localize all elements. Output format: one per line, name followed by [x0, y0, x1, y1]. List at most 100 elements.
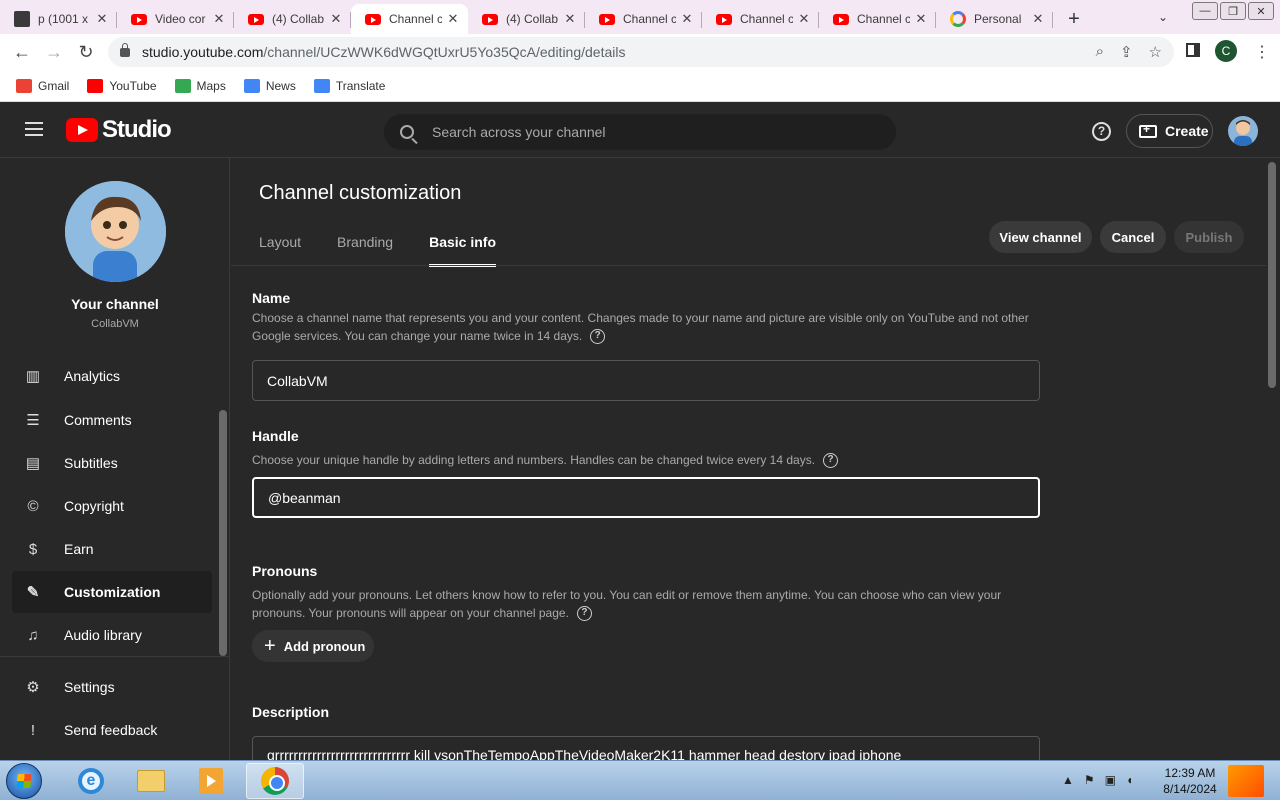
- tab-search-chevron-icon[interactable]: ⌄: [1158, 10, 1168, 24]
- zoom-search-icon[interactable]: ⌕: [1096, 43, 1104, 61]
- tab-close-icon[interactable]: ✕: [329, 11, 343, 27]
- sidebar-item-label: Earn: [64, 541, 94, 557]
- browser-tab[interactable]: Channel c ✕: [585, 4, 702, 34]
- hamburger-menu-icon[interactable]: [25, 122, 43, 136]
- address-bar[interactable]: studio.youtube.com/channel/UCzWWK6dWGQtU…: [108, 37, 1174, 67]
- bookmark-maps[interactable]: Maps: [174, 78, 226, 93]
- taskbar-media-player[interactable]: [182, 763, 240, 799]
- browser-tab[interactable]: (4) Collab ✕: [468, 4, 585, 34]
- tab-close-icon[interactable]: ✕: [680, 11, 694, 27]
- sidebar-item-analytics[interactable]: ▥ Analytics: [12, 355, 212, 397]
- browser-tab[interactable]: Video cor ✕: [117, 4, 234, 34]
- tab-close-icon[interactable]: ✕: [1031, 11, 1045, 27]
- tab-close-icon[interactable]: ✕: [914, 11, 928, 27]
- create-button[interactable]: Create: [1126, 114, 1213, 148]
- share-icon[interactable]: ⇪: [1120, 43, 1133, 61]
- main-scrollbar[interactable]: [1268, 162, 1276, 388]
- taskbar-clock[interactable]: 12:39 AM 8/14/2024: [1160, 765, 1220, 797]
- taskbar-explorer[interactable]: [122, 763, 180, 799]
- restore-button[interactable]: ❐: [1220, 2, 1246, 20]
- new-tab-button[interactable]: +: [1059, 4, 1089, 34]
- gmail-icon: [16, 78, 32, 93]
- studio-logo-text[interactable]: Studio: [102, 116, 172, 144]
- handle-label: Handle: [252, 428, 299, 444]
- view-channel-button[interactable]: View channel: [989, 221, 1092, 253]
- action-center-flag-icon[interactable]: ⚑: [1084, 773, 1095, 787]
- studio-header: Studio ? Create: [0, 102, 1280, 158]
- taskbar-internet-explorer[interactable]: e: [62, 763, 120, 799]
- pronouns-description: Optionally add your pronouns. Let others…: [252, 588, 1002, 622]
- tab-layout[interactable]: Layout: [259, 234, 301, 267]
- sidebar-item-audio-library[interactable]: ♫ Audio library: [12, 614, 212, 656]
- name-description: Choose a channel name that represents yo…: [252, 311, 1029, 345]
- tab-close-icon[interactable]: ✕: [446, 11, 460, 27]
- tray-expand-icon[interactable]: ▲: [1062, 773, 1074, 787]
- taskbar-chrome[interactable]: [246, 763, 304, 799]
- tab-close-icon[interactable]: ✕: [212, 11, 226, 27]
- tab-close-icon[interactable]: ✕: [563, 11, 577, 27]
- network-icon[interactable]: ▣: [1105, 773, 1116, 787]
- side-panel-icon[interactable]: [1186, 43, 1200, 57]
- cancel-button[interactable]: Cancel: [1100, 221, 1166, 253]
- youtube-logo-icon[interactable]: [66, 118, 98, 142]
- tab-close-icon[interactable]: ✕: [95, 11, 109, 27]
- bookmark-news[interactable]: News: [243, 78, 296, 93]
- minimize-button[interactable]: —: [1192, 2, 1218, 20]
- browser-tab[interactable]: Channel c ✕: [702, 4, 819, 34]
- bookmark-translate[interactable]: Translate: [313, 78, 385, 93]
- volume-muted-icon[interactable]: ◖: [1126, 773, 1133, 787]
- copyright-icon: ©: [27, 497, 39, 515]
- browser-tab[interactable]: Channel c ✕: [351, 4, 468, 34]
- show-desktop-button[interactable]: [1228, 765, 1264, 797]
- sidebar-scrollbar[interactable]: [219, 410, 227, 656]
- back-arrow-icon[interactable]: ←: [6, 36, 38, 68]
- account-avatar[interactable]: [1228, 116, 1258, 146]
- sidebar-item-send-feedback[interactable]: ! Send feedback: [12, 709, 212, 751]
- profile-avatar[interactable]: C: [1215, 40, 1237, 62]
- main-content: Channel customization Layout Branding Ba…: [231, 158, 1266, 760]
- forward-arrow-icon[interactable]: →: [38, 36, 70, 68]
- description-field[interactable]: grrrrrrrrrrrrrrrrrrrrrrrrrrrrr kill yson…: [252, 736, 1040, 760]
- browser-tab[interactable]: Personal ✕: [936, 4, 1053, 34]
- name-field[interactable]: [252, 360, 1040, 401]
- tab-title: Video cor: [155, 12, 206, 26]
- bookmark-star-icon[interactable]: ☆: [1149, 43, 1162, 61]
- channel-avatar[interactable]: [65, 181, 166, 282]
- sidebar-item-subtitles[interactable]: ▤ Subtitles: [12, 442, 212, 484]
- reload-icon[interactable]: ↻: [70, 36, 102, 68]
- sidebar-item-customization[interactable]: ✎ Customization: [12, 571, 212, 613]
- your-channel-title: Your channel: [71, 296, 159, 312]
- tab-basic-info[interactable]: Basic info: [429, 234, 496, 267]
- add-pronoun-button[interactable]: + Add pronoun: [252, 630, 374, 662]
- menu-kebab-icon[interactable]: ⋮: [1254, 42, 1270, 62]
- channel-search[interactable]: [384, 114, 896, 150]
- page-favicon-icon: [14, 11, 30, 27]
- close-window-button[interactable]: ✕: [1248, 2, 1274, 20]
- studio-sidebar: Your channel CollabVM ▥ Analytics ☰ Comment…: [0, 158, 230, 760]
- tab-close-icon[interactable]: ✕: [797, 11, 811, 27]
- handle-field[interactable]: [252, 477, 1040, 518]
- publish-button[interactable]: Publish: [1174, 221, 1244, 253]
- browser-tab[interactable]: Channel c ✕: [819, 4, 936, 34]
- search-input[interactable]: [432, 124, 872, 140]
- sidebar-item-copyright[interactable]: © Copyright: [12, 485, 212, 527]
- browser-tab[interactable]: p (1001 x ✕: [0, 4, 117, 34]
- sidebar-item-settings[interactable]: ⚙ Settings: [12, 666, 212, 708]
- handle-help-icon[interactable]: ?: [823, 453, 839, 469]
- help-icon[interactable]: ?: [1092, 122, 1111, 141]
- start-button[interactable]: [6, 763, 42, 799]
- youtube-favicon-icon: [482, 13, 498, 25]
- bookmark-youtube[interactable]: YouTube: [87, 78, 157, 93]
- sidebar-item-earn[interactable]: $ Earn: [12, 528, 212, 570]
- tab-branding[interactable]: Branding: [337, 234, 393, 267]
- sidebar-item-comments[interactable]: ☰ Comments: [12, 399, 212, 441]
- bookmark-gmail[interactable]: Gmail: [16, 78, 69, 93]
- description-label: Description: [252, 704, 330, 720]
- pronouns-help-icon[interactable]: ?: [576, 606, 592, 622]
- tab-separator: [1052, 12, 1053, 28]
- youtube-favicon-icon: [716, 13, 732, 25]
- tab-title: Personal: [974, 12, 1022, 26]
- sidebar-item-label: Audio library: [64, 627, 142, 643]
- browser-tab[interactable]: (4) Collab ✕: [234, 4, 351, 34]
- name-help-icon[interactable]: ?: [590, 329, 606, 345]
